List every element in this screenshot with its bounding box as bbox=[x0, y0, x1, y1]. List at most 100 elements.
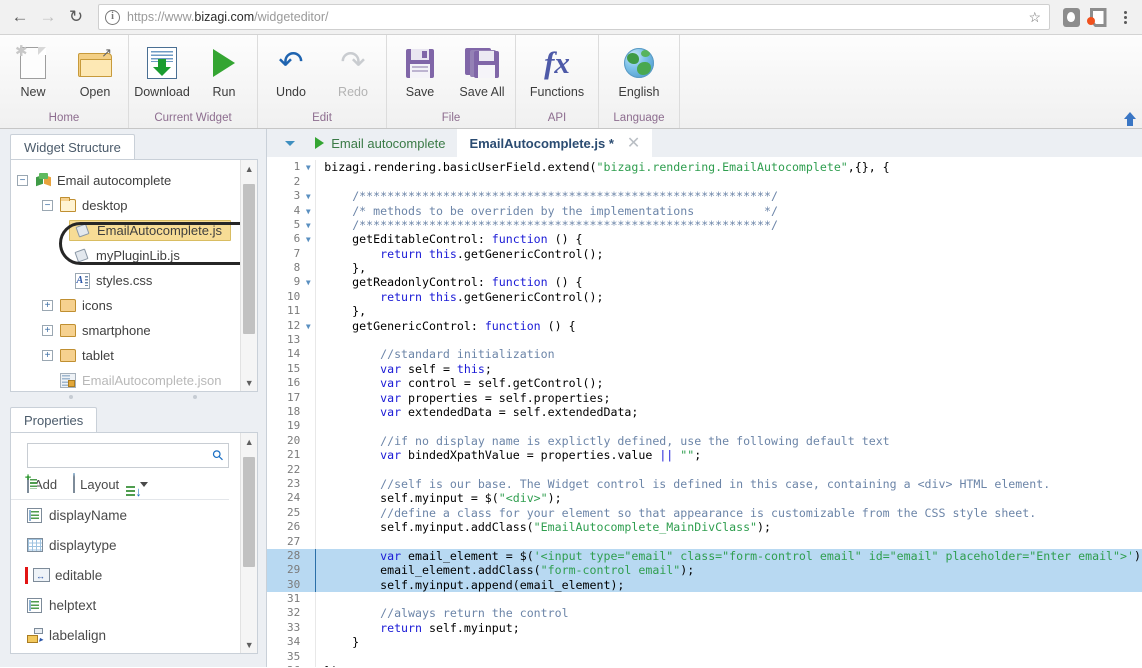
fold-toggle-icon[interactable]: ▼ bbox=[303, 275, 313, 289]
tree-vertical-scrollbar[interactable]: ▲ ▼ bbox=[240, 160, 258, 391]
open-button[interactable]: ↗ Open bbox=[64, 41, 126, 99]
code-line[interactable]: 6 ▼ getEditableControl: function () { bbox=[267, 232, 1142, 247]
tree-selected-row[interactable]: EmailAutocomplete.js bbox=[69, 220, 231, 241]
code-line[interactable]: 36}); bbox=[267, 664, 1142, 667]
code-line[interactable]: 3 ▼ /************************************… bbox=[267, 189, 1142, 204]
download-button[interactable]: Download bbox=[131, 41, 193, 99]
code-line[interactable]: 29 email_element.addClass("form-control … bbox=[267, 563, 1142, 578]
undo-button[interactable]: ↶ Undo bbox=[260, 41, 322, 100]
code-line[interactable]: 25 //define a class for your element so … bbox=[267, 505, 1142, 521]
tree-item-styles-css[interactable]: A styles.css bbox=[17, 268, 257, 293]
code-line[interactable]: 14 //standard initialization bbox=[267, 347, 1142, 362]
save-button[interactable]: Save bbox=[389, 41, 451, 99]
panel-splitter[interactable] bbox=[0, 392, 266, 402]
code-line[interactable]: 27 bbox=[267, 534, 1142, 549]
property-row-labelalign[interactable]: ▸ labelalign bbox=[11, 620, 257, 650]
code-area[interactable]: 1 ▼ bizagi.rendering.basicUserField.extend… bbox=[267, 157, 1142, 667]
property-row-displayname[interactable]: displayName bbox=[11, 500, 257, 530]
tree-expander-plus[interactable]: + bbox=[42, 300, 53, 311]
code-line[interactable]: 17 var properties = self.properties; bbox=[267, 390, 1142, 405]
scroll-down-arrow-icon[interactable]: ▼ bbox=[241, 636, 257, 653]
save-all-button[interactable]: Save All bbox=[451, 41, 513, 99]
address-bar[interactable]: i https://www.bizagi.com/widgeteditor/ ☆ bbox=[98, 4, 1050, 30]
code-line[interactable]: 7 return this.getGenericControl(); bbox=[267, 246, 1142, 262]
fold-toggle-icon[interactable]: ▼ bbox=[303, 232, 313, 246]
code-line[interactable]: 11 }, bbox=[267, 304, 1142, 319]
shield-extension-icon[interactable] bbox=[1059, 5, 1083, 29]
code-line[interactable]: 8 }, bbox=[267, 261, 1142, 276]
layout-button[interactable]: Layout bbox=[73, 473, 119, 493]
tree-item-email-autocomplete[interactable]: − Email autocomplete bbox=[17, 168, 257, 193]
new-button[interactable]: ✱ New bbox=[2, 41, 64, 99]
code-line[interactable]: 2 bbox=[267, 174, 1142, 190]
property-row-editable[interactable]: ↔ editable bbox=[11, 560, 257, 590]
fold-toggle-icon[interactable]: ▼ bbox=[303, 204, 313, 218]
code-line[interactable]: 10 return this.getGenericControl(); bbox=[267, 289, 1142, 305]
tree-expander-minus[interactable]: − bbox=[17, 175, 28, 186]
code-line[interactable]: 22 bbox=[267, 462, 1142, 477]
code-line[interactable]: 18 var extendedData = self.extendedData; bbox=[267, 405, 1142, 420]
tree-item-emailautocomplete-json[interactable]: EmailAutocomplete.json bbox=[17, 368, 257, 391]
scrollbar-thumb[interactable] bbox=[243, 457, 256, 567]
code-line[interactable]: 9 ▼ getReadonlyControl: function () { bbox=[267, 275, 1142, 290]
back-arrow-icon[interactable]: ← bbox=[6, 3, 34, 31]
code-line[interactable]: 30 self.myinput.append(email_element); bbox=[267, 577, 1142, 593]
tab-properties[interactable]: Properties bbox=[10, 407, 98, 432]
code-line[interactable]: 24 self.myinput = $("<div>"); bbox=[267, 491, 1142, 506]
fold-toggle-icon[interactable]: ▼ bbox=[303, 189, 313, 203]
add-property-button[interactable]: + Add bbox=[25, 473, 57, 493]
code-line[interactable]: 20 //if no display name is explictly def… bbox=[267, 433, 1142, 449]
code-line[interactable]: 15 var self = this; bbox=[267, 361, 1142, 377]
code-line[interactable]: 19 bbox=[267, 419, 1142, 434]
code-line[interactable]: 34 } bbox=[267, 635, 1142, 650]
fold-toggle-icon[interactable]: ▼ bbox=[303, 218, 313, 232]
tree-item-smartphone[interactable]: + smartphone bbox=[17, 318, 257, 343]
code-line[interactable]: 26 self.myinput.addClass("EmailAutocompl… bbox=[267, 520, 1142, 535]
code-line[interactable]: 21 var bindedXpathValue = properties.val… bbox=[267, 448, 1142, 463]
fold-toggle-icon[interactable]: ▼ bbox=[303, 160, 313, 174]
editor-tab-email-autocomplete[interactable]: Email autocomplete bbox=[303, 129, 457, 157]
site-info-icon[interactable]: i bbox=[105, 9, 120, 25]
scroll-up-arrow-icon[interactable]: ▲ bbox=[241, 433, 257, 450]
code-line[interactable]: 1 ▼ bizagi.rendering.basicUserField.extend… bbox=[267, 160, 1142, 175]
code-line[interactable]: 32 //always return the control bbox=[267, 606, 1142, 621]
tree-item-tablet[interactable]: + tablet bbox=[17, 343, 257, 368]
tree-item-mypluginlib-js[interactable]: myPluginLib.js bbox=[17, 243, 257, 268]
run-button[interactable]: Run bbox=[193, 41, 255, 99]
redo-button[interactable]: ↷ Redo bbox=[322, 41, 384, 100]
bookmark-star-icon[interactable]: ☆ bbox=[1028, 9, 1043, 26]
close-icon[interactable]: ✕ bbox=[627, 133, 640, 153]
code-line[interactable]: 4 ▼ /* methods to be overriden by the imp… bbox=[267, 203, 1142, 218]
editor-tab-emailautocomplete-js[interactable]: EmailAutocomplete.js * ✕ bbox=[457, 129, 653, 158]
code-line[interactable]: 28 var email_element = $('<input type="e… bbox=[267, 548, 1142, 564]
tree-item-emailautocomplete-js[interactable]: EmailAutocomplete.js bbox=[17, 218, 257, 243]
tree-item-icons[interactable]: + icons bbox=[17, 293, 257, 318]
fold-toggle-icon[interactable]: ▼ bbox=[303, 319, 313, 333]
code-line[interactable]: 5 ▼ /************************************… bbox=[267, 217, 1142, 233]
scroll-down-arrow-icon[interactable]: ▼ bbox=[241, 374, 257, 391]
tree-expander-minus[interactable]: − bbox=[42, 200, 53, 211]
chevron-down-icon[interactable] bbox=[277, 129, 303, 157]
tree-item-desktop[interactable]: − desktop bbox=[17, 193, 257, 218]
tab-widget-structure[interactable]: Widget Structure bbox=[10, 134, 135, 159]
sort-button[interactable]: ↓ bbox=[126, 482, 149, 498]
language-button[interactable]: English bbox=[601, 41, 677, 99]
code-line[interactable]: 35 bbox=[267, 649, 1142, 665]
code-line[interactable]: 16 var control = self.getControl(); bbox=[267, 376, 1142, 391]
tree-expander-plus[interactable]: + bbox=[42, 350, 53, 361]
code-line[interactable]: 13 bbox=[267, 333, 1142, 348]
tree-expander-plus[interactable]: + bbox=[42, 325, 53, 336]
properties-vertical-scrollbar[interactable]: ▲ ▼ bbox=[240, 433, 258, 653]
browser-menu-icon[interactable] bbox=[1114, 10, 1136, 24]
property-row-helptext[interactable]: helptext bbox=[11, 590, 257, 620]
forward-arrow-icon[interactable]: → bbox=[34, 3, 62, 31]
code-line[interactable]: 23 //self is our base. The Widget contro… bbox=[267, 476, 1142, 492]
functions-button[interactable]: fx Functions bbox=[518, 41, 596, 100]
property-row-displaytype[interactable]: displaytype bbox=[11, 530, 257, 560]
reload-icon[interactable]: ↻ bbox=[62, 3, 90, 31]
scrollbar-thumb[interactable] bbox=[243, 184, 256, 334]
code-line[interactable]: 12 ▼ getGenericControl: function () { bbox=[267, 318, 1142, 334]
note-extension-icon[interactable] bbox=[1086, 5, 1110, 29]
code-line[interactable]: 33 return self.myinput; bbox=[267, 620, 1142, 636]
property-search-box[interactable]: ⚲ bbox=[27, 443, 230, 468]
